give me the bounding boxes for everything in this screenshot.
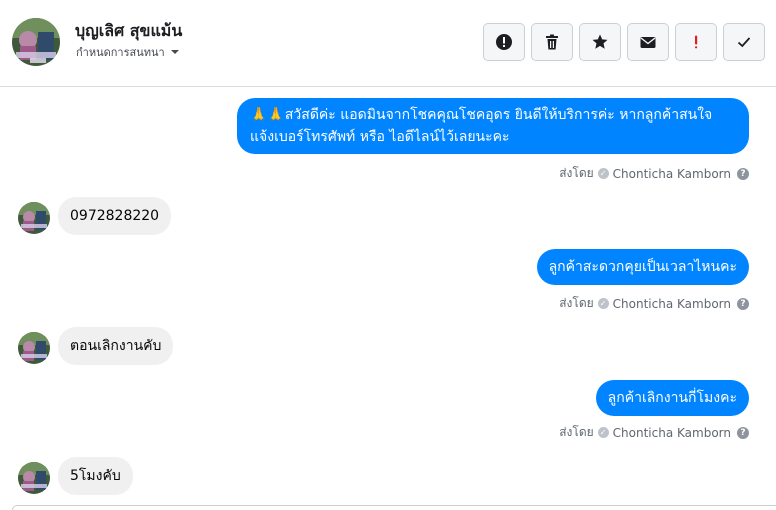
conversation-schedule-dropdown[interactable]: กำหนดการสนทนา xyxy=(76,43,181,61)
schedule-label: กำหนดการสนทนา xyxy=(76,46,165,59)
sender-name: Chonticha Kamborn xyxy=(612,296,731,311)
message-text: ลูกค้าสะดวกคุยเป็นเวลาไหนคะ xyxy=(548,259,737,275)
contact-avatar[interactable] xyxy=(12,18,60,66)
envelope-icon xyxy=(640,37,656,48)
conversation-header: บุญเลิศ สุขแม้น กำหนดการสนทนา xyxy=(0,0,776,87)
message-text-line: แจ้งเบอร์โทรศัพท์ หรือ ไอดีไลน์ไว้เลยนะค… xyxy=(250,129,510,145)
message-text: 5โมงคับ xyxy=(70,468,121,484)
message-thread[interactable]: 🙏🙏สวัสดีค่ะ แอดมินจากโชคคุณโชคอุดร ยินดี… xyxy=(0,88,776,510)
incoming-message[interactable]: ตอนเลิกงานคับ xyxy=(58,327,174,365)
mark-unread-button[interactable] xyxy=(627,23,669,61)
caret-down-icon xyxy=(170,50,179,54)
conversation-actions xyxy=(483,23,765,61)
message-text-line: 🙏🙏สวัสดีค่ะ แอดมินจากโชคคุณโชคอุดร ยินดี… xyxy=(250,107,713,123)
incoming-message[interactable]: 0972828220 xyxy=(58,197,172,235)
sender-name: Chonticha Kamborn xyxy=(612,425,731,440)
exclamation-circle-icon xyxy=(496,34,512,50)
delete-button[interactable] xyxy=(531,23,573,61)
message-text: 0972828220 xyxy=(70,208,160,224)
sent-by-info: ส่งโดย ✓ Chonticha Kamborn ? xyxy=(559,423,749,442)
sent-by-info: ส่งโดย ✓ Chonticha Kamborn ? xyxy=(559,164,749,183)
exclamation-icon xyxy=(695,35,698,49)
verified-check-icon: ✓ xyxy=(597,168,609,179)
message-text: ตอนเลิกงานคับ xyxy=(70,338,162,354)
reply-composer[interactable] xyxy=(12,505,776,510)
incoming-message[interactable]: 5โมงคับ xyxy=(58,457,133,495)
sent-by-label: ส่งโดย xyxy=(559,425,594,439)
mark-important-button[interactable] xyxy=(675,23,717,61)
mark-done-button[interactable] xyxy=(723,23,765,61)
help-icon[interactable]: ? xyxy=(737,297,749,310)
sent-by-label: ส่งโดย xyxy=(559,166,594,180)
outgoing-message[interactable]: ลูกค้าเลิกงานกี่โมงคะ xyxy=(595,380,749,416)
star-icon xyxy=(592,34,608,49)
report-button[interactable] xyxy=(483,23,525,61)
help-icon[interactable]: ? xyxy=(737,426,749,439)
contact-name[interactable]: บุญเลิศ สุขแม้น xyxy=(75,19,182,44)
outgoing-message[interactable]: 🙏🙏สวัสดีค่ะ แอดมินจากโชคคุณโชคอุดร ยินดี… xyxy=(237,98,749,154)
contact-avatar[interactable] xyxy=(18,462,50,494)
sender-name: Chonticha Kamborn xyxy=(612,166,731,181)
outgoing-message[interactable]: ลูกค้าสะดวกคุยเป็นเวลาไหนคะ xyxy=(536,249,749,285)
message-text: ลูกค้าเลิกงานกี่โมงคะ xyxy=(607,390,737,406)
trash-icon xyxy=(546,34,558,50)
contact-avatar[interactable] xyxy=(18,332,50,364)
verified-check-icon: ✓ xyxy=(597,298,609,309)
sent-by-info: ส่งโดย ✓ Chonticha Kamborn ? xyxy=(559,294,749,313)
check-icon xyxy=(737,37,751,48)
help-icon[interactable]: ? xyxy=(737,167,749,180)
star-button[interactable] xyxy=(579,23,621,61)
sent-by-label: ส่งโดย xyxy=(559,296,594,310)
verified-check-icon: ✓ xyxy=(597,427,609,438)
contact-avatar[interactable] xyxy=(18,202,50,234)
